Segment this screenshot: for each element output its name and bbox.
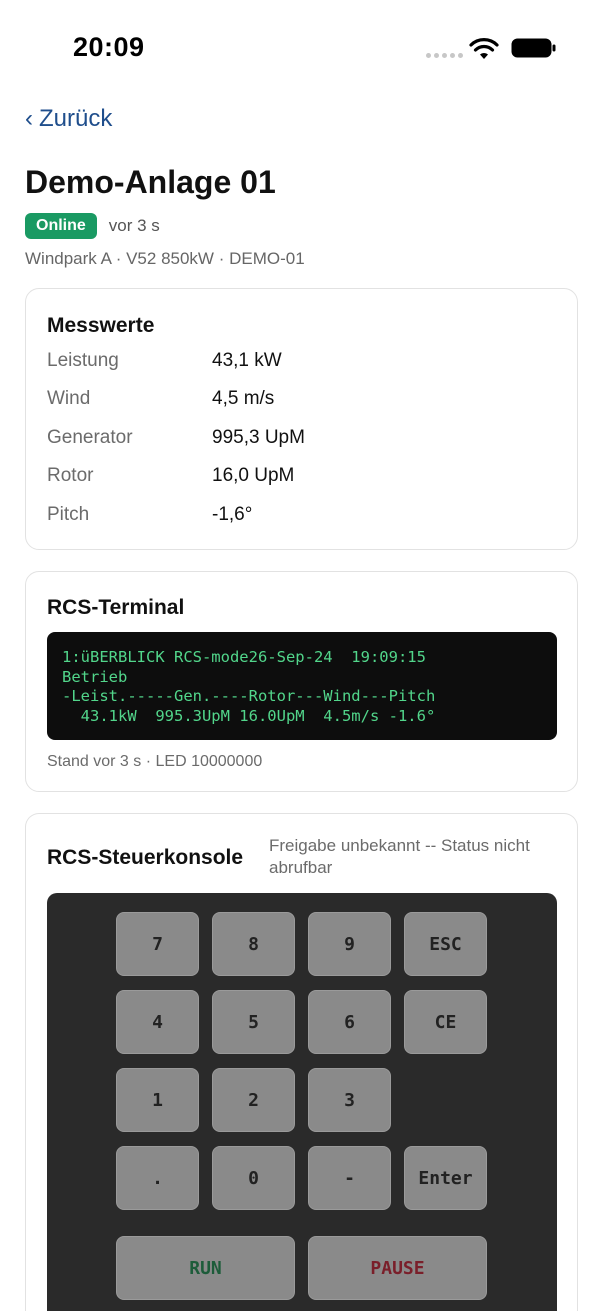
metric-row-wind: Wind 4,5 m/s xyxy=(47,388,274,410)
terminal-line: 43.1kW 995.3UpM 16.0UpM 4.5m/s -1.6° xyxy=(62,706,436,725)
metric-row-pitch: Pitch -1,6° xyxy=(47,504,252,526)
turbine-subtitle: Windpark A · V52 850kW · DEMO-01 xyxy=(25,249,305,268)
cellular-signal-icon xyxy=(426,53,463,58)
metric-row-rotor: Rotor 16,0 UpM xyxy=(47,465,294,487)
key-dot[interactable]: . xyxy=(116,1146,199,1210)
key-esc[interactable]: ESC xyxy=(404,912,487,976)
metric-value: 16,0 UpM xyxy=(212,465,295,486)
terminal-card: RCS-Terminal 1:üBERBLICK RCS-mode26-Sep-… xyxy=(25,571,578,792)
metric-label: Wind xyxy=(47,388,91,409)
pause-button[interactable]: PAUSE xyxy=(308,1236,487,1300)
terminal-line: 1:üBERBLICK RCS-mode26-Sep-24 19:09:15 xyxy=(62,648,426,666)
key-8[interactable]: 8 xyxy=(212,912,295,976)
metric-label: Leistung xyxy=(47,350,119,371)
metric-row-generator: Generator 995,3 UpM xyxy=(47,427,305,449)
back-button[interactable]: ‹ Zurück xyxy=(25,105,112,133)
measurements-title: Messwerte xyxy=(47,314,155,337)
key-3[interactable]: 3 xyxy=(308,1068,391,1132)
key-0[interactable]: 0 xyxy=(212,1146,295,1210)
metric-label: Generator xyxy=(47,427,133,448)
chevron-left-icon: ‹ xyxy=(25,105,33,132)
wifi-icon xyxy=(469,38,499,59)
page-title: Demo-Anlage 01 xyxy=(25,164,276,200)
metric-value: -1,6° xyxy=(212,504,253,525)
terminal-screen: 1:üBERBLICK RCS-mode26-Sep-24 19:09:15 Be… xyxy=(47,632,557,740)
keypad: 7 8 9 ESC 4 5 6 CE 1 2 3 . 0 - Enter RUN… xyxy=(47,893,557,1311)
console-title: RCS-Steuerkonsole xyxy=(47,846,244,869)
console-status: Freigabe unbekannt -- Status nicht abruf… xyxy=(269,836,530,877)
status-badge: Online xyxy=(25,213,97,239)
key-enter[interactable]: Enter xyxy=(404,1146,487,1210)
terminal-line: Betrieb xyxy=(62,667,128,686)
key-9[interactable]: 9 xyxy=(308,912,391,976)
metric-label: Pitch xyxy=(47,504,90,525)
status-time: 20:09 xyxy=(73,32,145,62)
terminal-line: -Leist.-----Gen.----Rotor---Wind---Pitch xyxy=(62,687,436,705)
key-7[interactable]: 7 xyxy=(116,912,199,976)
status-bar: 20:09 xyxy=(0,0,603,96)
key-2[interactable]: 2 xyxy=(212,1068,295,1132)
key-minus[interactable]: - xyxy=(308,1146,391,1210)
terminal-title: RCS-Terminal xyxy=(47,596,185,619)
metric-value: 995,3 UpM xyxy=(212,427,305,448)
key-4[interactable]: 4 xyxy=(116,990,199,1054)
key-1[interactable]: 1 xyxy=(116,1068,199,1132)
metric-value: 4,5 m/s xyxy=(212,388,275,409)
battery-icon xyxy=(511,38,556,58)
last-update-age: vor 3 s xyxy=(108,216,160,235)
back-label: Zurück xyxy=(39,105,113,132)
metric-row-power: Leistung 43,1 kW xyxy=(47,350,282,372)
measurements-card: Messwerte Leistung 43,1 kW Wind 4,5 m/s … xyxy=(25,288,578,550)
run-button[interactable]: RUN xyxy=(116,1236,295,1300)
terminal-footer: Stand vor 3 s · LED 10000000 xyxy=(47,753,263,770)
metric-label: Rotor xyxy=(47,465,94,486)
status-row: Online vor 3 s xyxy=(25,213,160,239)
key-6[interactable]: 6 xyxy=(308,990,391,1054)
console-card: RCS-Steuerkonsole Freigabe unbekannt -- … xyxy=(25,813,578,1311)
key-ce[interactable]: CE xyxy=(404,990,487,1054)
key-5[interactable]: 5 xyxy=(212,990,295,1054)
metric-value: 43,1 kW xyxy=(212,350,282,371)
